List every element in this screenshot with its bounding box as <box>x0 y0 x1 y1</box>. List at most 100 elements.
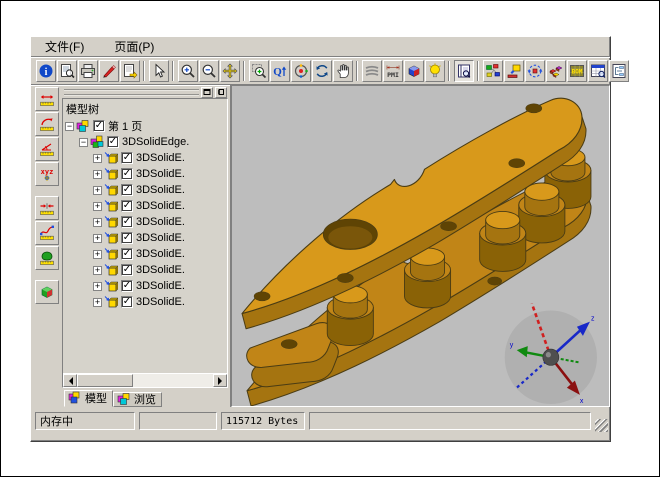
tree-node-part-2[interactable]: + ✓3DSolidE. <box>65 166 227 182</box>
visibility-checkbox[interactable]: ✓ <box>121 168 133 180</box>
toolbar-separator <box>448 61 450 81</box>
visibility-checkbox[interactable]: ✓ <box>121 200 133 212</box>
measure-volume-button[interactable] <box>35 280 59 304</box>
scroll-left-button[interactable] <box>63 374 77 387</box>
scroll-track[interactable] <box>133 374 213 387</box>
visibility-checkbox[interactable]: ✓ <box>121 248 133 260</box>
report-table-button[interactable] <box>588 60 608 82</box>
visibility-checkbox[interactable]: ✓ <box>121 264 133 276</box>
measure-angle-button[interactable] <box>35 137 59 161</box>
visibility-checkbox[interactable]: ✓ <box>121 280 133 292</box>
part-node-icon <box>104 183 118 197</box>
annotate-pen-icon <box>101 63 117 79</box>
zoom-in-button[interactable] <box>178 60 198 82</box>
expand-toggle[interactable]: + <box>93 218 102 227</box>
bom-table-button[interactable]: BOM <box>567 60 587 82</box>
measure-curve-button[interactable] <box>35 221 59 245</box>
expand-toggle[interactable]: + <box>93 298 102 307</box>
expand-toggle[interactable]: + <box>93 282 102 291</box>
tree-node-part-9[interactable]: +✓3DSolidE. <box>65 278 227 294</box>
tab-browse[interactable]: 浏览 <box>113 392 162 407</box>
measure-radius-button[interactable] <box>35 112 59 136</box>
print-preview-button[interactable] <box>57 60 77 82</box>
tree-node-part-8[interactable]: +✓3DSolidE. <box>65 262 227 278</box>
tree-node-part-1[interactable]: + ✓3DSolidE. <box>65 150 227 166</box>
toolbar-separator <box>356 61 358 81</box>
dock-restore-button[interactable] <box>201 87 213 98</box>
tree-node-assembly[interactable]: −✓3DSolidEdge. <box>65 134 227 150</box>
pan-hand-button[interactable] <box>333 60 353 82</box>
orbit-view-button[interactable] <box>291 60 311 82</box>
expand-toggle[interactable]: + <box>93 202 102 211</box>
dock-gripper[interactable] <box>64 89 199 96</box>
tree-node-page[interactable]: −✓第 1 页 <box>65 118 227 134</box>
expand-toggle[interactable]: + <box>93 154 102 163</box>
measure-gap-button[interactable] <box>35 196 59 220</box>
expand-toggle[interactable]: + <box>93 250 102 259</box>
visibility-checkbox[interactable]: ✓ <box>121 216 133 228</box>
export-document-button[interactable] <box>120 60 140 82</box>
measure-distance-button[interactable] <box>35 87 59 111</box>
tree-node-part-4[interactable]: +✓3DSolidE. <box>65 198 227 214</box>
zoom-window-button[interactable] <box>249 60 269 82</box>
scroll-right-button[interactable] <box>213 374 227 387</box>
pan-move-button[interactable] <box>220 60 240 82</box>
visibility-checkbox[interactable]: ✓ <box>93 120 105 132</box>
tree-node-part-3[interactable]: +✓3DSolidE. <box>65 182 227 198</box>
measure-coordinate-button[interactable]: xyz <box>35 162 59 186</box>
lighting-button[interactable] <box>425 60 445 82</box>
layers-button[interactable] <box>362 60 382 82</box>
tree-hscrollbar[interactable] <box>63 373 227 387</box>
pmi-dimensions-button[interactable]: PMI <box>383 60 403 82</box>
tree-node-label: 3DSolidE. <box>136 152 185 164</box>
tab-model[interactable]: 模型 <box>64 390 113 407</box>
viewport-canvas[interactable]: z x y <box>232 86 609 406</box>
tree-node-part-7[interactable]: +✓3DSolidE. <box>65 246 227 262</box>
zoom-in-icon <box>180 63 196 79</box>
menu-file[interactable]: 文件(F) <box>41 37 88 56</box>
tree-node-label: 3DSolidE. <box>136 168 185 180</box>
tab-label: 模型 <box>85 390 107 406</box>
expand-toggle[interactable]: + <box>93 266 102 275</box>
expand-toggle[interactable]: + <box>93 186 102 195</box>
status-panel-4 <box>309 412 591 430</box>
axis-ball[interactable]: z x y <box>505 303 597 405</box>
zoom-out-button[interactable] <box>199 60 219 82</box>
screenshot-canvas: 文件(F)页面(P) iQPMIBOM xyz 模型树 −✓第 1 页−✓3DS… <box>0 0 660 477</box>
rotate-part-button[interactable] <box>525 60 545 82</box>
assembly-structure-button[interactable] <box>483 60 503 82</box>
print-button[interactable] <box>78 60 98 82</box>
visibility-checkbox[interactable]: ✓ <box>121 232 133 244</box>
visibility-checkbox[interactable]: ✓ <box>121 296 133 308</box>
dock-header[interactable] <box>62 86 228 98</box>
solid-box-button[interactable] <box>404 60 424 82</box>
rotate-view-button[interactable]: Q <box>270 60 290 82</box>
tab-model-icon <box>68 391 82 405</box>
tree-node-part-10[interactable]: +✓3DSolidE. <box>65 294 227 310</box>
tree-indent <box>65 142 79 143</box>
visibility-checkbox[interactable]: ✓ <box>107 136 119 148</box>
expand-toggle[interactable]: + <box>93 170 102 179</box>
tree-list-button[interactable] <box>609 60 629 82</box>
annotate-pen-button[interactable] <box>99 60 119 82</box>
measure-area-button[interactable] <box>35 246 59 270</box>
visibility-checkbox[interactable]: ✓ <box>121 152 133 164</box>
resize-grip[interactable] <box>595 419 608 432</box>
scroll-thumb[interactable] <box>77 374 133 387</box>
tree-node-part-5[interactable]: +✓3DSolidE. <box>65 214 227 230</box>
visibility-checkbox[interactable]: ✓ <box>121 184 133 196</box>
bom-table-icon: BOM <box>569 63 585 79</box>
tree-node-part-6[interactable]: +✓3DSolidE. <box>65 230 227 246</box>
explode-view-button[interactable] <box>546 60 566 82</box>
info-button[interactable]: i <box>36 60 56 82</box>
refresh-view-button[interactable] <box>312 60 332 82</box>
expand-toggle[interactable]: − <box>79 138 88 147</box>
move-part-button[interactable] <box>504 60 524 82</box>
viewport-3d[interactable]: z x y <box>231 85 610 407</box>
model-tree-toggle-button[interactable] <box>454 60 474 82</box>
select-cursor-button[interactable] <box>149 60 169 82</box>
expand-toggle[interactable]: + <box>93 234 102 243</box>
expand-toggle[interactable]: − <box>65 122 74 131</box>
dock-close-button[interactable] <box>215 87 227 98</box>
menu-page[interactable]: 页面(P) <box>110 37 158 56</box>
